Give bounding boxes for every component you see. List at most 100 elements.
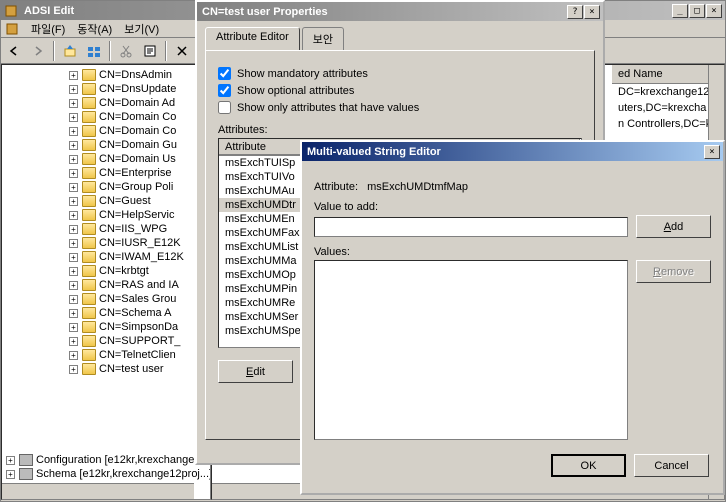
tree-item-label[interactable]: CN=IUSR_E12K	[99, 237, 181, 249]
cut-button[interactable]	[115, 40, 137, 62]
values-listbox[interactable]	[314, 260, 628, 440]
tree-item-label[interactable]: CN=Domain Us	[99, 153, 176, 165]
ok-button[interactable]: OK	[551, 454, 626, 477]
book-icon	[4, 4, 18, 18]
tree-toggle[interactable]: +	[69, 365, 78, 374]
tree-toggle[interactable]: +	[69, 337, 78, 346]
close-button[interactable]: ×	[704, 145, 720, 159]
check-mandatory[interactable]	[218, 67, 231, 80]
close-button[interactable]: ×	[584, 5, 600, 19]
database-icon	[19, 468, 33, 480]
tree-item-label[interactable]: CN=Sales Grou	[99, 293, 176, 305]
check-values-only[interactable]	[218, 101, 231, 114]
tree-item-label[interactable]: CN=IWAM_E12K	[99, 251, 184, 263]
tree-item-label[interactable]: CN=Domain Ad	[99, 97, 175, 109]
tree-toggle[interactable]: +	[69, 211, 78, 220]
tree-item-label[interactable]: CN=Domain Co	[99, 125, 176, 137]
tree-toggle[interactable]: +	[69, 141, 78, 150]
tree-item-label[interactable]: CN=krbtgt	[99, 265, 149, 277]
tree-item-label[interactable]: CN=RAS and IA	[99, 279, 179, 291]
view-button[interactable]	[83, 40, 105, 62]
value-to-add-input[interactable]	[314, 217, 628, 237]
menu-file[interactable]: 파일(F)	[25, 19, 71, 39]
tree-toggle[interactable]: +	[69, 239, 78, 248]
tree-item-label[interactable]: CN=Schema A	[99, 307, 171, 319]
folder-icon	[82, 111, 96, 123]
tab-security[interactable]: 보안	[302, 27, 344, 50]
check-optional[interactable]	[218, 84, 231, 97]
tree-item-label[interactable]: CN=Domain Gu	[99, 139, 177, 151]
tree-item-label[interactable]: CN=TelnetClien	[99, 349, 176, 361]
folder-icon	[82, 293, 96, 305]
forward-button[interactable]	[27, 40, 49, 62]
tree-scrollbar-h[interactable]	[2, 483, 194, 499]
cancel-button[interactable]: Cancel	[634, 454, 709, 477]
tree-toggle[interactable]: +	[6, 470, 15, 479]
tree-toggle[interactable]: +	[69, 351, 78, 360]
tree-toggle[interactable]: +	[69, 295, 78, 304]
tree-toggle[interactable]: +	[69, 197, 78, 206]
tree-toggle[interactable]: +	[69, 127, 78, 136]
tree-toggle[interactable]: +	[69, 253, 78, 262]
back-button[interactable]	[3, 40, 25, 62]
tree-toggle[interactable]: +	[69, 99, 78, 108]
tree-toggle[interactable]: +	[69, 155, 78, 164]
editor-titlebar: Multi-valued String Editor ×	[302, 142, 723, 161]
check-values-only-label: Show only attributes that have values	[237, 102, 419, 114]
maximize-button[interactable]: □	[689, 4, 705, 18]
folder-icon	[82, 153, 96, 165]
tree-item-schema[interactable]: Schema [e12kr,krexchange12proj...]	[36, 468, 211, 480]
values-label: Values:	[314, 246, 711, 258]
book-icon	[5, 22, 19, 36]
tree-item-label[interactable]: CN=SUPPORT_	[99, 335, 180, 347]
tree-item-label[interactable]: CN=Guest	[99, 195, 151, 207]
attributes-label: Attributes:	[218, 124, 582, 136]
close-button[interactable]: ×	[706, 4, 722, 18]
folder-icon	[82, 209, 96, 221]
tree-toggle[interactable]: +	[69, 323, 78, 332]
tree-toggle[interactable]: +	[69, 169, 78, 178]
tree-item-label[interactable]: CN=SimpsonDa	[99, 321, 178, 333]
tab-attribute-editor[interactable]: Attribute Editor	[205, 27, 300, 50]
delete-button[interactable]	[171, 40, 193, 62]
tree-item-label[interactable]: CN=Group Poli	[99, 181, 173, 193]
properties-button[interactable]	[139, 40, 161, 62]
edit-button[interactable]: Edit	[218, 360, 293, 383]
remove-button[interactable]: Remove	[636, 260, 711, 283]
tree-item-label[interactable]: CN=Domain Co	[99, 111, 176, 123]
tree-item-label[interactable]: CN=HelpServic	[99, 209, 175, 221]
folder-icon	[82, 167, 96, 179]
tree-toggle[interactable]: +	[6, 456, 15, 465]
tree-toggle[interactable]: +	[69, 281, 78, 290]
folder-icon	[82, 181, 96, 193]
folder-icon	[82, 69, 96, 81]
tree-item-label[interactable]: CN=test user	[99, 363, 164, 375]
editor-title: Multi-valued String Editor	[305, 146, 704, 158]
tree-panel[interactable]: + CN=DnsAdmin + CN=DnsUpdate + CN=Domain Ad + C…	[1, 64, 211, 500]
folder-icon	[82, 195, 96, 207]
tree-toggle[interactable]: +	[69, 183, 78, 192]
menu-action[interactable]: 동작(A)	[71, 19, 118, 39]
minimize-button[interactable]: _	[672, 4, 688, 18]
menu-view[interactable]: 보기(V)	[118, 19, 165, 39]
up-button[interactable]	[59, 40, 81, 62]
tree-item-label[interactable]: CN=IIS_WPG	[99, 223, 167, 235]
tree-toggle[interactable]: +	[69, 71, 78, 80]
folder-icon	[82, 363, 96, 375]
help-button[interactable]: ?	[567, 5, 583, 19]
add-button[interactable]: Add	[636, 215, 711, 238]
props-title: CN=test user Properties	[200, 6, 567, 18]
folder-icon	[82, 307, 96, 319]
tree-toggle[interactable]: +	[69, 309, 78, 318]
tree-toggle[interactable]: +	[69, 225, 78, 234]
string-editor-dialog: Multi-valued String Editor × Attribute: …	[300, 140, 725, 495]
check-mandatory-label: Show mandatory attributes	[237, 68, 368, 80]
tree-toggle[interactable]: +	[69, 267, 78, 276]
tree-item-config[interactable]: Configuration [e12kr,krexchange...	[36, 454, 204, 466]
tree-item-label[interactable]: CN=DnsAdmin	[99, 69, 172, 81]
tree-item-label[interactable]: CN=Enterprise	[99, 167, 171, 179]
tree-toggle[interactable]: +	[69, 85, 78, 94]
folder-icon	[82, 223, 96, 235]
tree-toggle[interactable]: +	[69, 113, 78, 122]
tree-item-label[interactable]: CN=DnsUpdate	[99, 83, 176, 95]
